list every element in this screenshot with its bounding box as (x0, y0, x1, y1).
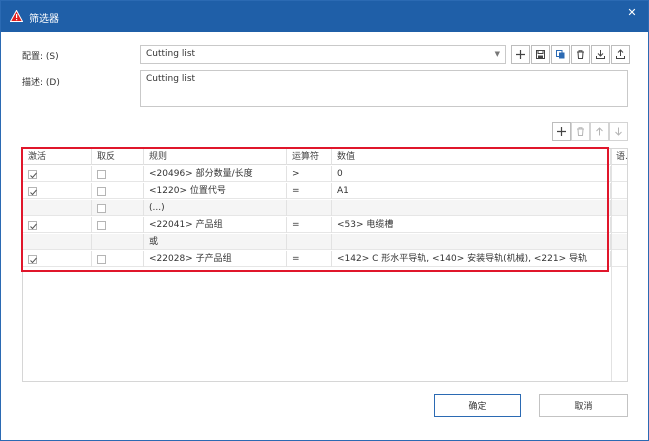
filter-dialog: 筛选器 ✕ 配置: (S) Cutting list ▼ 描述: (D) Cut… (0, 0, 649, 441)
header-active[interactable]: 激活 (23, 149, 92, 165)
cell-operator[interactable]: > (287, 166, 332, 182)
description-field[interactable]: Cutting list (140, 70, 628, 107)
delete-rule-button[interactable] (571, 122, 590, 141)
table-header-row: 激活 取反 规则 运算符 数值 语. (23, 149, 627, 165)
plus-icon (557, 127, 566, 136)
export-config-button[interactable] (611, 45, 630, 64)
add-rule-button[interactable] (552, 122, 571, 141)
save-icon (536, 50, 545, 59)
cell-active[interactable] (23, 166, 92, 182)
active-checkbox[interactable] (28, 255, 37, 264)
arrow-up-icon (596, 127, 603, 136)
config-combobox[interactable]: Cutting list ▼ (140, 45, 506, 64)
cell-rule[interactable]: <22028> 子产品组 (144, 251, 287, 267)
cell-operator[interactable]: = (287, 251, 332, 267)
invert-checkbox[interactable] (97, 187, 106, 196)
close-icon: ✕ (627, 6, 637, 19)
cell-active[interactable] (23, 251, 92, 267)
invert-checkbox[interactable] (97, 255, 106, 264)
cell-rule[interactable]: <1220> 位置代号 (144, 183, 287, 199)
import-config-button[interactable] (591, 45, 610, 64)
cell-operator (287, 234, 332, 250)
invert-checkbox[interactable] (97, 221, 106, 230)
rules-grid[interactable]: 激活 取反 规则 运算符 数值 语. <20496> 部分数量/长度 > 0 <… (22, 148, 628, 382)
cell-active[interactable] (23, 217, 92, 233)
invert-checkbox[interactable] (97, 204, 106, 213)
description-value: Cutting list (146, 74, 196, 84)
cell-rule[interactable]: (...) (144, 200, 287, 216)
cell-rule[interactable]: <22041> 产品组 (144, 217, 287, 233)
active-checkbox[interactable] (28, 170, 37, 179)
title-bar[interactable]: 筛选器 ✕ (1, 1, 648, 32)
cell-active (23, 234, 92, 250)
dialog-title: 筛选器 (29, 14, 59, 25)
header-invert[interactable]: 取反 (92, 149, 144, 165)
delete-icon (577, 127, 584, 136)
cell-value (332, 234, 611, 250)
cell-invert[interactable] (92, 183, 144, 199)
table-row[interactable]: <22041> 产品组 = <53> 电缆槽 (23, 217, 627, 233)
move-up-button[interactable] (590, 122, 609, 141)
cell-value[interactable]: 0 (332, 166, 611, 182)
cancel-button[interactable]: 取消 (539, 394, 628, 417)
table-row[interactable]: (...) (23, 200, 627, 216)
cell-rule[interactable]: 或 (144, 234, 287, 250)
add-config-button[interactable] (511, 45, 530, 64)
config-value: Cutting list (146, 49, 196, 59)
description-label: 描述: (D) (22, 78, 60, 88)
cell-invert[interactable] (92, 200, 144, 216)
cell-operator[interactable]: = (287, 217, 332, 233)
table-row[interactable]: <1220> 位置代号 = A1 (23, 183, 627, 199)
checkmark-icon (30, 223, 37, 230)
chevron-down-icon: ▼ (494, 50, 500, 58)
table-row[interactable]: <20496> 部分数量/长度 > 0 (23, 166, 627, 182)
warning-logo-icon (10, 10, 23, 22)
checkmark-icon (30, 172, 37, 179)
close-button[interactable]: ✕ (626, 7, 638, 19)
cell-rule[interactable]: <20496> 部分数量/长度 (144, 166, 287, 182)
cell-value[interactable]: A1 (332, 183, 611, 199)
cell-invert (92, 234, 144, 250)
delete-icon (577, 50, 584, 59)
table-row[interactable]: 或 (23, 234, 627, 250)
extra-column (611, 149, 627, 381)
header-value[interactable]: 数值 (332, 149, 611, 165)
cell-invert[interactable] (92, 217, 144, 233)
header-rule[interactable]: 规则 (144, 149, 287, 165)
checkmark-icon (30, 189, 37, 196)
header-operator[interactable]: 运算符 (287, 149, 332, 165)
config-label: 配置: (S) (22, 52, 59, 62)
cell-value[interactable]: <142> C 形水平导轨, <140> 安装导轨(机械), <221> 导轨 (332, 251, 611, 267)
invert-checkbox[interactable] (97, 170, 106, 179)
move-down-button[interactable] (609, 122, 628, 141)
copy-icon (556, 50, 565, 59)
cell-active[interactable] (23, 183, 92, 199)
checkmark-icon (30, 257, 37, 264)
arrow-down-icon (615, 127, 622, 136)
import-icon (596, 50, 605, 59)
cell-active (23, 200, 92, 216)
cell-value[interactable]: <53> 电缆槽 (332, 217, 611, 233)
export-icon (616, 49, 625, 59)
cell-operator (287, 200, 332, 216)
cell-invert[interactable] (92, 166, 144, 182)
active-checkbox[interactable] (28, 221, 37, 230)
table-row[interactable]: <22028> 子产品组 = <142> C 形水平导轨, <140> 安装导轨… (23, 251, 627, 267)
save-config-button[interactable] (531, 45, 550, 64)
ok-button[interactable]: 确定 (434, 394, 521, 417)
active-checkbox[interactable] (28, 187, 37, 196)
delete-config-button[interactable] (571, 45, 590, 64)
plus-icon (516, 50, 525, 59)
copy-config-button[interactable] (551, 45, 570, 64)
cell-invert[interactable] (92, 251, 144, 267)
cell-operator[interactable]: = (287, 183, 332, 199)
cell-value (332, 200, 611, 216)
